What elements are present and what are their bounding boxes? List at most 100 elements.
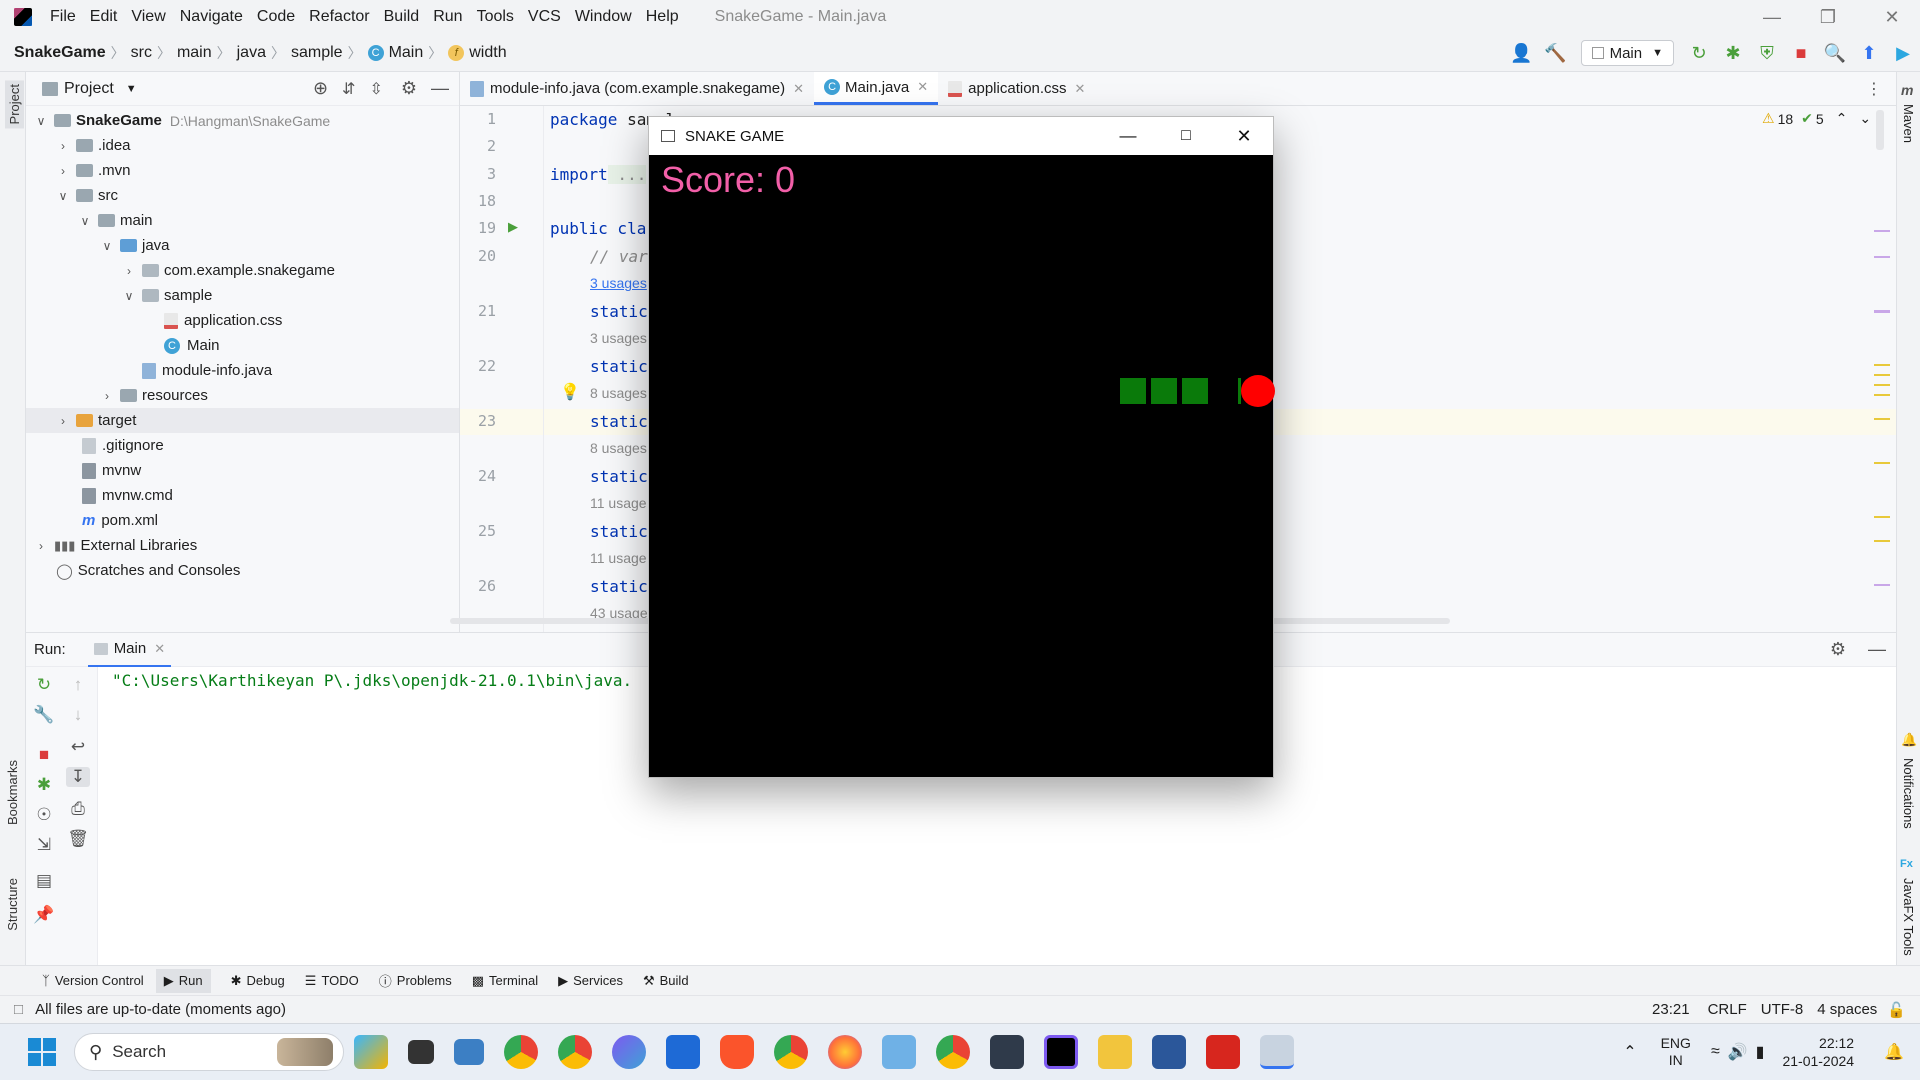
tree-item-scratches[interactable]: ◯ Scratches and Consoles [26,558,459,583]
menu-view[interactable]: View [131,8,165,26]
notifications-tool-tab[interactable]: Notifications [1901,758,1916,829]
crumb-src[interactable]: src [131,44,152,62]
tree-item-idea[interactable]: › .idea [26,133,459,158]
line-separator[interactable]: CRLF [1708,1001,1747,1018]
close-icon[interactable]: ✕ [1075,81,1086,97]
arrow-up-icon[interactable]: ↑ [66,675,90,695]
error-stripe-mark[interactable] [1874,310,1890,313]
warning-stripe-marks[interactable] [1874,364,1890,404]
copilot-icon[interactable] [354,1035,388,1069]
acrobat-icon[interactable] [1206,1035,1240,1069]
menu-refactor[interactable]: Refactor [309,8,369,26]
minimize-button[interactable]: — [1099,126,1157,146]
tree-item-mvnw-cmd[interactable]: mvnw.cmd [26,483,459,508]
menu-run[interactable]: Run [433,8,462,26]
tab-services[interactable]: ▶ Services [558,973,623,989]
close-icon[interactable]: ✕ [917,79,928,95]
warning-stripe-mark[interactable] [1874,516,1890,518]
tree-item-main-class[interactable]: C Main [26,333,459,358]
explorer-app-icon[interactable] [454,1039,484,1065]
brave-icon[interactable] [720,1035,754,1069]
debug-icon[interactable]: ✱ [32,775,56,795]
game-canvas[interactable]: Score: 0 [649,155,1275,777]
close-icon[interactable]: ✕ [154,641,165,657]
menu-navigate[interactable]: Navigate [180,8,243,26]
tab-module-info[interactable]: module-info.java (com.example.snakegame)… [460,72,814,105]
stop-icon[interactable]: ■ [32,745,56,765]
chevron-down-icon[interactable]: ▼ [126,83,137,95]
wrench-icon[interactable]: 🔧 [32,705,56,725]
chrome-icon[interactable] [504,1035,538,1069]
error-stripe-mark[interactable] [1874,230,1890,232]
toggle-panels-icon[interactable]: □ [14,1001,23,1018]
close-icon[interactable]: ✕ [793,81,804,97]
scroll-to-end-icon[interactable]: ↧ [66,767,90,787]
wifi-icon[interactable]: ≈ [1711,1043,1720,1061]
tab-terminal[interactable]: ▩ Terminal [472,973,538,989]
tab-application-css[interactable]: application.css ✕ [938,72,1095,105]
battery-icon[interactable]: ▮ [1756,1042,1765,1062]
menu-build[interactable]: Build [384,8,420,26]
tree-item-resources[interactable]: › resources [26,383,459,408]
inspection-widget[interactable]: ⚠ 18 ✔ 5 ⌃ ⌄ [1762,110,1871,127]
volume-icon[interactable]: 🔊 [1728,1042,1748,1062]
tree-item-mvnw[interactable]: mvnw [26,458,459,483]
close-button[interactable]: ✕ [1864,0,1920,34]
locate-icon[interactable]: ⊕ [313,78,328,99]
chevron-up-icon[interactable]: ⌃ [1836,110,1848,127]
indent-setting[interactable]: 4 spaces [1817,1001,1877,1018]
layout-icon[interactable]: ▤ [32,871,56,891]
soft-wrap-icon[interactable]: ↩ [66,737,90,757]
coverage-icon[interactable]: ⛨ [1753,43,1781,64]
warning-stripe-mark[interactable] [1874,540,1890,542]
javafx-tool-tab[interactable]: JavaFX Tools [1901,878,1916,956]
maximize-button[interactable]: □ [1157,127,1215,145]
taskbar-search[interactable]: ⚲ Search [74,1033,344,1071]
more-options-icon[interactable]: ⋮ [1866,79,1882,99]
tree-item-java[interactable]: ∨ java [26,233,459,258]
status-message[interactable]: All files are up-to-date (moments ago) [35,1001,286,1018]
project-panel-title[interactable]: Project [64,80,114,98]
tree-item-external-libs[interactable]: › ▮▮▮ External Libraries [26,533,459,558]
exit-icon[interactable]: ⇲ [32,835,56,855]
menu-edit[interactable]: Edit [90,8,118,26]
stop-icon[interactable]: ■ [1787,43,1815,64]
warning-stripe-mark[interactable] [1874,418,1890,420]
menu-vcs[interactable]: VCS [528,8,561,26]
update-icon[interactable]: ⬆ [1855,43,1883,64]
close-button[interactable]: ✕ [1215,126,1273,147]
start-button[interactable] [28,1038,56,1066]
tab-main-java[interactable]: C Main.java ✕ [814,72,939,105]
build-hammer-icon[interactable]: 🔨 [1542,43,1570,64]
minimize-button[interactable]: — [1744,0,1800,34]
vertical-scrollbar[interactable] [1876,110,1884,150]
rerun-icon[interactable]: ↻ [1685,43,1713,64]
user-icon[interactable]: 👤 [1508,43,1536,64]
run-tab-main[interactable]: Main ✕ [87,633,172,667]
tree-item-sample[interactable]: ∨ sample [26,283,459,308]
tab-run[interactable]: ▶ Run [155,968,211,993]
rerun-icon[interactable]: ↻ [32,675,56,695]
tree-item-root[interactable]: ∨ SnakeGame D:\Hangman\SnakeGame [26,108,459,133]
usages-hint[interactable]: 11 usage [590,495,647,511]
tree-item-gitignore[interactable]: .gitignore [26,433,459,458]
usages-hint[interactable]: 8 usages [590,385,647,401]
maven-tool-tab[interactable]: Maven [1901,104,1916,143]
tab-build[interactable]: ⚒ Build [643,973,689,989]
notification-bell-icon[interactable]: 🔔 [1884,1042,1904,1062]
debug-icon[interactable]: ✱ [1719,43,1747,64]
hide-icon[interactable]: — [431,78,449,99]
folded-imports[interactable]: ... [607,165,647,184]
task-view-icon[interactable] [408,1040,434,1064]
pin-icon[interactable]: 📌 [32,905,56,925]
file-encoding[interactable]: UTF-8 [1761,1001,1804,1018]
error-stripe-mark[interactable] [1874,584,1890,586]
search-icon[interactable]: 🔍 [1821,43,1849,64]
menu-help[interactable]: Help [646,8,679,26]
crumb-project[interactable]: SnakeGame [14,44,106,62]
tab-version-control[interactable]: ᛉ Version Control [42,973,144,988]
tree-item-css[interactable]: application.css [26,308,459,333]
tab-todo[interactable]: ☰ TODO [305,973,359,989]
chrome-profile-icon[interactable] [774,1035,808,1069]
app-icon[interactable] [666,1035,700,1069]
